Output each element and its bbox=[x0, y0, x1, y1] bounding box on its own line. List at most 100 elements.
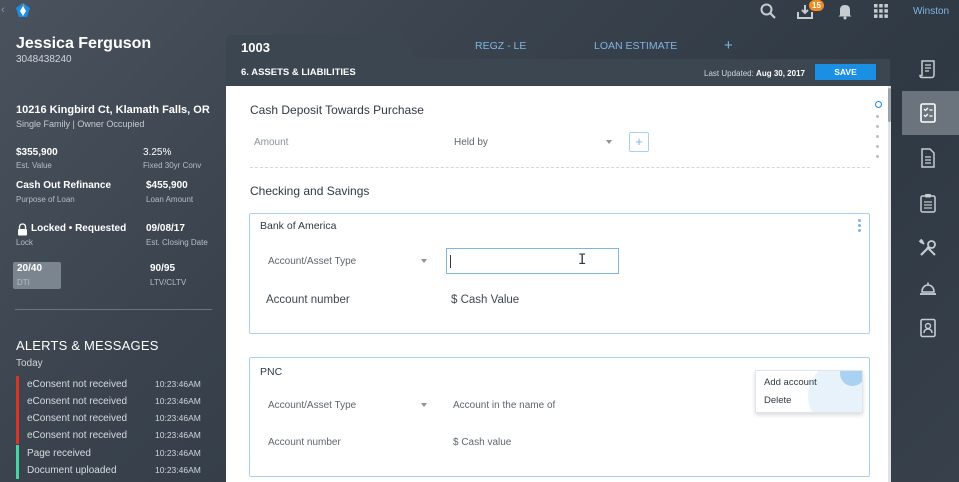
dti-value: 20/40 bbox=[17, 263, 43, 274]
app-logo-icon[interactable] bbox=[14, 2, 32, 20]
bell-icon[interactable] bbox=[836, 2, 854, 20]
tools-icon[interactable] bbox=[917, 237, 939, 259]
tab-regz-le[interactable]: REGZ - LE bbox=[475, 40, 526, 52]
menu-add-account[interactable]: Add account bbox=[764, 377, 817, 388]
clipboard-icon[interactable] bbox=[917, 192, 939, 214]
section-divider bbox=[250, 167, 870, 168]
dti-label: DTI bbox=[17, 278, 30, 287]
alerts-title: ALERTS & MESSAGES bbox=[16, 338, 159, 353]
property-type: Single Family | Owner Occupied bbox=[16, 119, 145, 129]
document-icon[interactable] bbox=[917, 147, 939, 169]
notification-badge: 15 bbox=[809, 0, 824, 11]
alert-text: eConsent not received bbox=[27, 430, 128, 441]
contact-card-icon[interactable] bbox=[917, 317, 939, 339]
alert-item[interactable]: Document uploaded 10:23:46AM bbox=[16, 462, 216, 479]
account-bank-name: PNC bbox=[260, 366, 283, 378]
ltv-value: 90/95 bbox=[150, 263, 176, 274]
loan-amount: $455,900 bbox=[146, 180, 188, 191]
closing-date-label: Est. Closing Date bbox=[146, 238, 208, 247]
chevron-down-icon[interactable] bbox=[421, 403, 427, 407]
est-value: $355,900 bbox=[16, 147, 58, 158]
search-icon[interactable] bbox=[759, 2, 777, 20]
cash-deposit-title: Cash Deposit Towards Purchase bbox=[250, 103, 424, 117]
borrower-name: Jessica Ferguson bbox=[16, 35, 152, 52]
scrollbar-thumb[interactable] bbox=[888, 88, 891, 122]
borrower-panel: Jessica Ferguson 3048438240 10216 Kingbi… bbox=[0, 24, 225, 482]
menu-delete[interactable]: Delete bbox=[764, 395, 791, 406]
more-options-icon[interactable] bbox=[858, 219, 861, 234]
alert-item[interactable]: Page received 10:23:46AM bbox=[16, 445, 216, 462]
add-tab-plus-icon[interactable]: + bbox=[724, 37, 733, 54]
alert-time: 10:23:46AM bbox=[155, 448, 201, 458]
scroll-document-icon[interactable] bbox=[917, 58, 939, 80]
checking-savings-title: Checking and Savings bbox=[250, 184, 370, 198]
text-cursor bbox=[450, 255, 451, 268]
account-type-select[interactable]: Account/Asset Type bbox=[268, 400, 356, 411]
alert-time: 10:23:46AM bbox=[155, 430, 201, 440]
tab-1003-label: 1003 bbox=[241, 40, 270, 55]
chevron-down-icon[interactable] bbox=[421, 259, 427, 263]
interest-rate: 3.25% bbox=[143, 147, 172, 158]
alerts-group-label: Today bbox=[16, 358, 43, 369]
held-by-select[interactable]: Held by bbox=[454, 137, 488, 148]
scrollbar-track[interactable] bbox=[888, 86, 891, 482]
account-name-field[interactable]: Account in the name of bbox=[453, 400, 555, 411]
closing-date: 09/08/17 bbox=[146, 223, 185, 234]
alert-status-bar bbox=[16, 410, 19, 427]
lock-status: Locked • Requested bbox=[31, 223, 127, 234]
alert-text: Page received bbox=[27, 448, 91, 459]
user-menu[interactable]: Winston bbox=[913, 6, 949, 17]
add-deposit-plus-icon[interactable]: + bbox=[629, 132, 649, 152]
alert-text: Document uploaded bbox=[27, 465, 117, 476]
alert-text: eConsent not received bbox=[27, 379, 128, 390]
checklist-document-icon[interactable] bbox=[917, 102, 939, 124]
alert-status-bar bbox=[16, 427, 19, 444]
section-dots-nav bbox=[875, 101, 882, 165]
alert-item[interactable]: eConsent not received 10:23:46AM bbox=[16, 376, 216, 393]
account-bank-name: Bank of America bbox=[260, 220, 337, 232]
alert-item[interactable]: eConsent not received 10:23:46AM bbox=[16, 427, 216, 444]
section-dot[interactable] bbox=[876, 135, 879, 138]
borrower-phone: 3048438240 bbox=[16, 54, 72, 65]
top-bar: ‹ 15 Winston bbox=[0, 0, 959, 24]
alert-item[interactable]: eConsent not received 10:23:46AM bbox=[16, 410, 216, 427]
section-dot[interactable] bbox=[876, 155, 879, 158]
loan-purpose-label: Purpose of Loan bbox=[16, 195, 75, 204]
last-updated-label: Last Updated: bbox=[704, 69, 754, 78]
chevron-down-icon[interactable] bbox=[606, 140, 612, 144]
tab-loan-estimate[interactable]: LOAN ESTIMATE bbox=[594, 40, 677, 52]
lock-icon bbox=[18, 223, 27, 236]
alert-time: 10:23:46AM bbox=[155, 396, 201, 406]
section-title: 6. ASSETS & LIABILITIES bbox=[241, 67, 356, 78]
mouse-ibeam-cursor: I bbox=[578, 252, 587, 268]
alert-status-bar bbox=[16, 445, 19, 462]
section-dot-active[interactable] bbox=[875, 101, 882, 108]
alert-time: 10:23:46AM bbox=[155, 413, 201, 423]
alert-time: 10:23:46AM bbox=[155, 465, 201, 475]
alert-time: 10:23:46AM bbox=[155, 379, 201, 389]
service-bell-icon[interactable] bbox=[917, 278, 939, 300]
section-dot[interactable] bbox=[876, 125, 879, 128]
alert-status-bar bbox=[16, 393, 19, 410]
section-dot[interactable] bbox=[876, 115, 879, 118]
loan-purpose: Cash Out Refinance bbox=[16, 180, 112, 191]
account-text-input[interactable] bbox=[446, 248, 619, 274]
back-chevron-icon[interactable]: ‹ bbox=[1, 4, 5, 16]
account-type-select[interactable]: Account/Asset Type bbox=[268, 256, 356, 267]
save-button[interactable]: SAVE bbox=[815, 64, 876, 80]
account-number-field[interactable]: Account number bbox=[268, 437, 341, 448]
alert-status-bar bbox=[16, 376, 19, 393]
cash-value-field[interactable]: $ Cash Value bbox=[451, 294, 519, 306]
amount-field[interactable]: Amount bbox=[254, 137, 288, 148]
account-number-field[interactable]: Account number bbox=[266, 294, 350, 306]
last-updated: Last Updated: Aug 30, 2017 bbox=[704, 69, 805, 78]
apps-grid-icon[interactable] bbox=[872, 2, 890, 20]
ltv-label: LTV/CLTV bbox=[150, 278, 187, 287]
cash-value-field[interactable]: $ Cash value bbox=[453, 437, 511, 448]
section-dot[interactable] bbox=[876, 145, 879, 148]
alert-item[interactable]: eConsent not received 10:23:46AM bbox=[16, 393, 216, 410]
property-address: 10216 Kingbird Ct, Klamath Falls, OR bbox=[16, 104, 210, 116]
account-context-menu: Add account Delete bbox=[755, 370, 863, 413]
alert-text: eConsent not received bbox=[27, 413, 128, 424]
lock-label: Lock bbox=[16, 238, 33, 247]
